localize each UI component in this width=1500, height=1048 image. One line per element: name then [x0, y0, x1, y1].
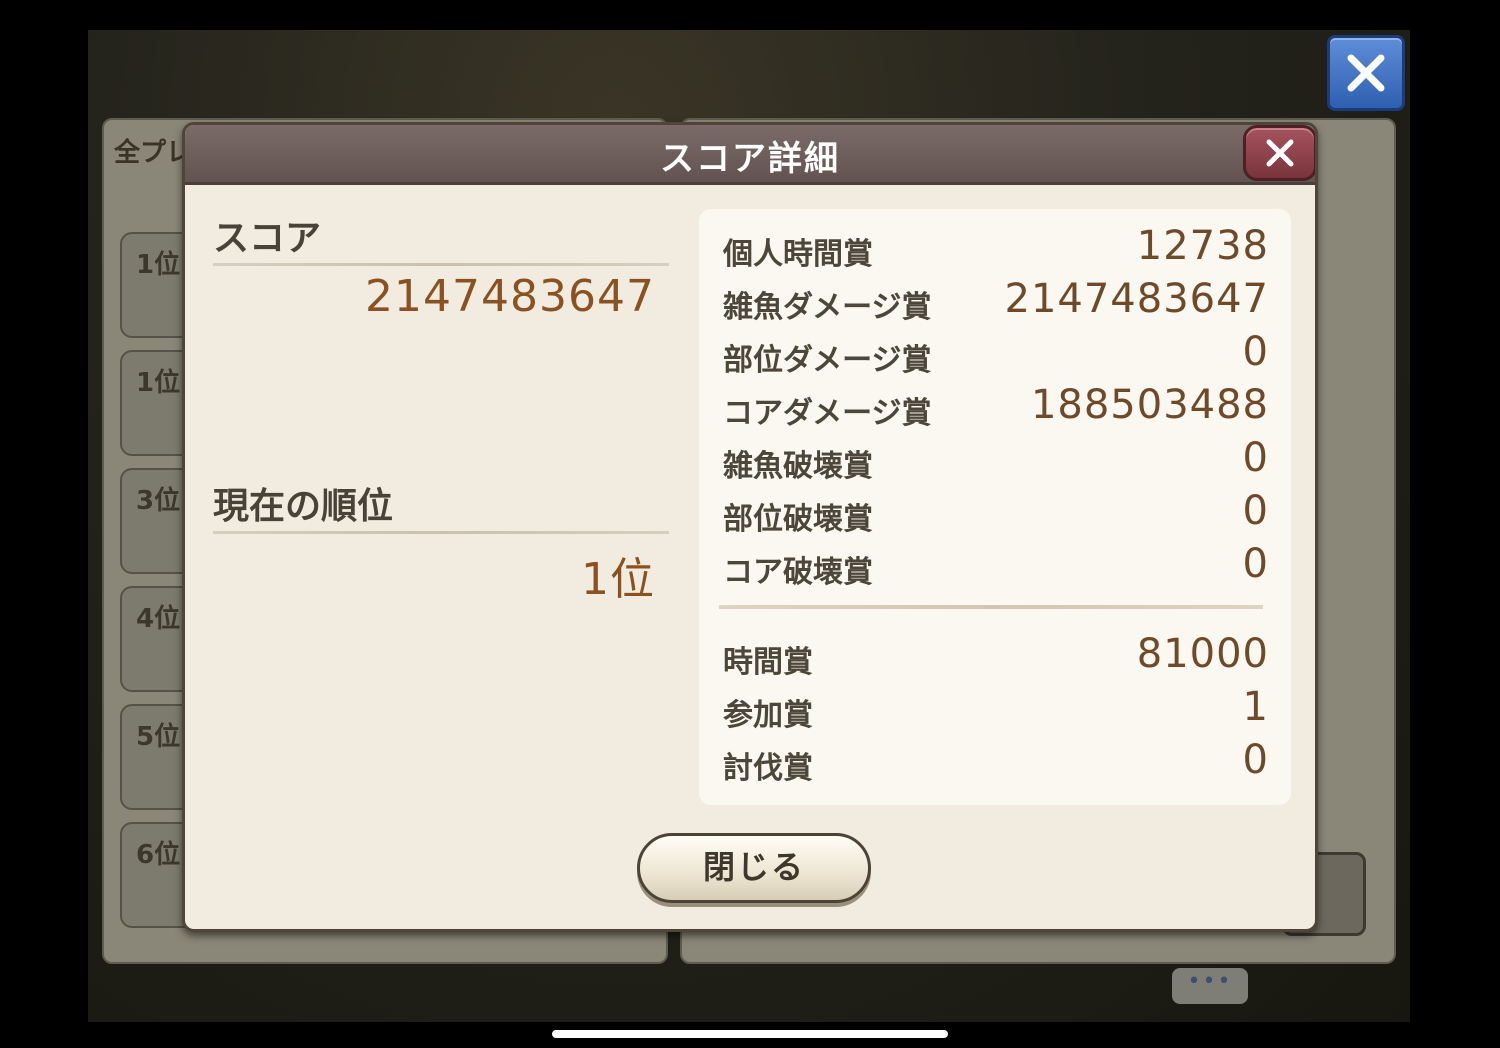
divider: [719, 605, 1263, 609]
detail-row: コア破壊賞 0: [723, 541, 1269, 590]
home-indicator[interactable]: [552, 1030, 948, 1038]
detail-row: コアダメージ賞 188503488: [723, 382, 1269, 431]
divider: [213, 531, 669, 534]
bonus-row: 時間賞 81000: [723, 631, 1269, 680]
score-value: 2147483647: [365, 271, 655, 322]
rank-value: 1位: [581, 554, 655, 605]
score-breakdown-panel: 個人時間賞 12738 雑魚ダメージ賞 2147483647 部位ダメージ賞 0 コア…: [699, 209, 1291, 805]
close-icon: [1266, 139, 1294, 167]
outer-close-button[interactable]: [1327, 35, 1405, 111]
detail-row: 部位ダメージ賞 0: [723, 329, 1269, 378]
dialog-close-button[interactable]: [1243, 125, 1315, 181]
rank-label: 現在の順位: [213, 486, 394, 527]
close-button[interactable]: 閉じる: [637, 833, 871, 903]
dialog-header: スコア詳細: [185, 125, 1315, 185]
close-icon: [1347, 54, 1385, 92]
detail-row: 雑魚破壊賞 0: [723, 435, 1269, 484]
score-detail-dialog: スコア詳細 スコア 2147483647 現在の順位 1位 個人時間賞 12738…: [182, 122, 1318, 932]
detail-row: 部位破壊賞 0: [723, 488, 1269, 537]
bonus-row: 討伐賞 0: [723, 737, 1269, 786]
background-tab-label: 全プレ: [114, 138, 193, 168]
dialog-title: スコア詳細: [660, 139, 840, 179]
bonus-row: 参加賞 1: [723, 684, 1269, 733]
divider: [213, 263, 669, 266]
detail-row: 個人時間賞 12738: [723, 223, 1269, 272]
chat-bubble-icon: •••: [1172, 968, 1248, 1004]
detail-row: 雑魚ダメージ賞 2147483647: [723, 276, 1269, 325]
score-label: スコア: [213, 218, 322, 259]
